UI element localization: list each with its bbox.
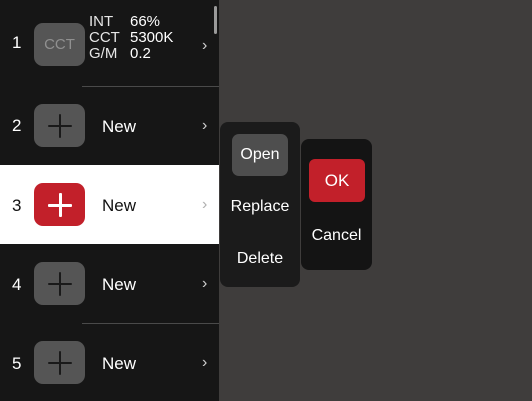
info-value: 66% <box>130 13 161 30</box>
context-menu: Open Replace Delete <box>220 122 300 287</box>
menu-item-open[interactable]: Open <box>232 134 288 176</box>
cancel-button[interactable]: Cancel <box>301 227 372 245</box>
cct-badge-icon: CCT <box>34 23 85 66</box>
row-label: New <box>102 354 137 373</box>
row-label: New <box>102 117 137 136</box>
row-number: 4 <box>12 275 22 294</box>
plus-icon <box>34 104 85 147</box>
info-key: INT <box>89 13 114 30</box>
menu-item-delete[interactable]: Delete <box>220 250 300 268</box>
row-number: 5 <box>12 354 22 373</box>
preset-row-2[interactable]: 2 New › <box>0 87 219 165</box>
preset-row-5[interactable]: 5 New › <box>0 324 219 401</box>
row-number: 2 <box>12 116 22 135</box>
preset-list: 1 CCT INT 66% CCT 5300K G/M 0.2 › 2 New … <box>0 0 219 401</box>
info-key: CCT <box>89 29 120 46</box>
chevron-right-icon: › <box>202 37 208 54</box>
info-value: 0.2 <box>130 45 151 62</box>
chevron-right-icon: › <box>202 117 208 134</box>
preset-row-1[interactable]: 1 CCT INT 66% CCT 5300K G/M 0.2 › <box>0 0 219 86</box>
info-value: 5300K <box>130 29 174 46</box>
plus-icon <box>34 341 85 384</box>
row-label: New <box>102 196 137 215</box>
preset-info: INT 66% CCT 5300K G/M 0.2 <box>89 14 173 62</box>
info-int: INT 66% <box>89 14 173 30</box>
tile-label: CCT <box>44 36 75 53</box>
chevron-right-icon: › <box>202 196 208 213</box>
info-gm: G/M 0.2 <box>89 46 173 62</box>
plus-icon <box>34 183 85 226</box>
ok-button[interactable]: OK <box>309 159 365 202</box>
preset-row-3[interactable]: 3 New › <box>0 165 219 244</box>
chevron-right-icon: › <box>202 354 208 371</box>
row-number: 1 <box>12 33 22 52</box>
info-key: G/M <box>89 45 118 62</box>
confirm-dialog: OK Cancel <box>301 139 372 270</box>
plus-icon <box>34 262 85 305</box>
info-cct: CCT 5300K <box>89 30 173 46</box>
row-number: 3 <box>12 196 22 215</box>
row-label: New <box>102 275 137 294</box>
chevron-right-icon: › <box>202 275 208 292</box>
preset-row-4[interactable]: 4 New › <box>0 244 219 323</box>
menu-item-replace[interactable]: Replace <box>220 198 300 216</box>
